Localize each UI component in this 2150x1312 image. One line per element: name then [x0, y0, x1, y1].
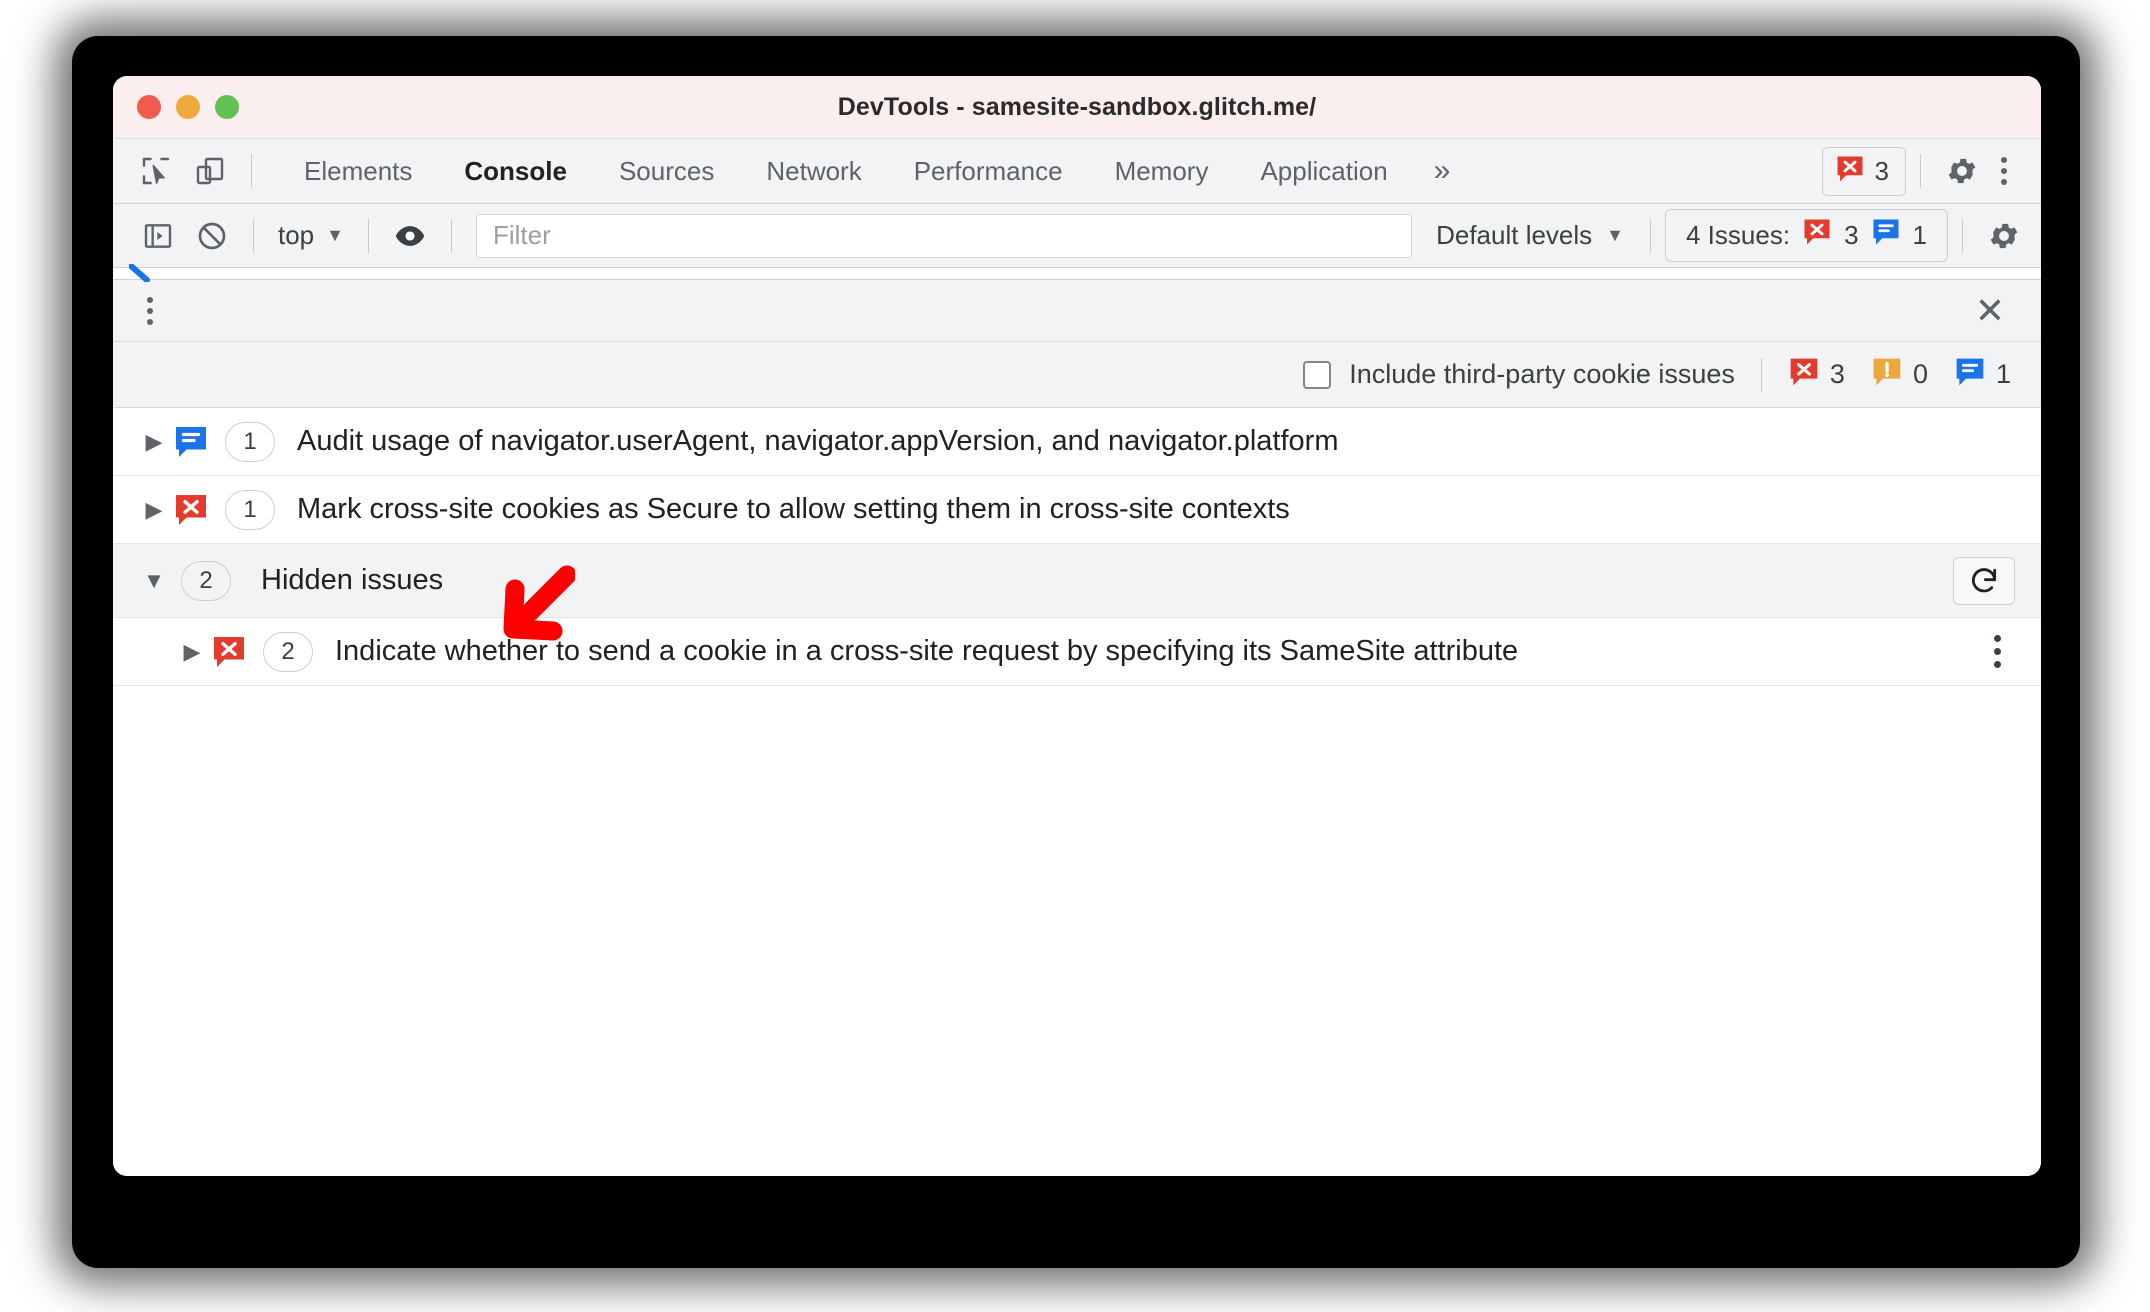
chevron-down-icon: ▼	[326, 225, 344, 245]
execution-context-value: top	[278, 220, 315, 250]
hidden-issues-count-badge: 2	[181, 560, 231, 601]
issue-title[interactable]: Audit usage of navigator.userAgent, navi…	[297, 425, 1338, 458]
tab-memory[interactable]: Memory	[1089, 146, 1235, 197]
issue-count-badge: 1	[225, 489, 275, 530]
window-title: DevTools - samesite-sandbox.glitch.me/	[837, 92, 1317, 121]
toolbar-divider	[251, 154, 252, 188]
filter-input[interactable]: Filter	[475, 213, 1413, 258]
error-icon	[1788, 356, 1820, 393]
third-party-cookie-checkbox[interactable]: Include third-party cookie issues	[1303, 359, 1735, 390]
checkbox-label: Include third-party cookie issues	[1349, 359, 1735, 389]
tab-sources[interactable]: Sources	[593, 146, 740, 197]
error-count-chip[interactable]: 3	[1821, 146, 1906, 196]
issue-title[interactable]: Indicate whether to send a cookie in a c…	[335, 635, 1518, 668]
info-icon	[1954, 356, 1986, 393]
checkbox-box[interactable]	[1303, 360, 1332, 389]
drawer-tab-strip	[113, 264, 2041, 282]
device-toolbar-icon[interactable]	[183, 147, 237, 195]
issue-row[interactable]: ▶ 1 Audit usage of navigator.userAgent, …	[113, 408, 2041, 476]
info-icon	[1871, 217, 1901, 254]
log-levels-value: Default levels	[1436, 220, 1593, 250]
more-tabs-icon[interactable]: »	[1414, 148, 1471, 194]
tab-console[interactable]: Console	[438, 146, 593, 197]
error-count-value: 3	[1874, 155, 1889, 186]
error-icon	[171, 492, 211, 528]
issue-row-actions	[1980, 629, 2041, 674]
screenshot-root: DevTools - samesite-sandbox.glitch.me/ E…	[0, 0, 2150, 1312]
issues-error-count: 3	[1844, 220, 1859, 250]
clear-console-icon[interactable]	[185, 212, 239, 260]
collapse-triangle-icon[interactable]: ▼	[137, 568, 171, 594]
devtools-window: DevTools - samesite-sandbox.glitch.me/ E…	[113, 76, 2041, 1176]
tab-bar-actions: 3	[1821, 146, 2041, 196]
issues-info-count: 1	[1912, 220, 1927, 250]
tab-application[interactable]: Application	[1234, 146, 1413, 197]
tab-performance[interactable]: Performance	[888, 146, 1089, 197]
devtools-tab-bar: Elements Console Sources Network Perform…	[113, 139, 2041, 204]
console-divider-2	[367, 218, 369, 253]
warning-count-value: 0	[1912, 359, 1928, 389]
actions-divider	[1920, 154, 1921, 188]
expand-triangle-icon[interactable]: ▶	[137, 497, 171, 523]
close-window-button[interactable]	[137, 95, 161, 119]
error-icon	[209, 634, 249, 670]
kebab-menu-icon[interactable]	[1980, 629, 2015, 674]
issue-severity-counts: 3 0 1	[1788, 356, 2011, 393]
tab-network[interactable]: Network	[740, 146, 887, 197]
kebab-menu-icon[interactable]	[1989, 151, 2019, 191]
gear-icon[interactable]	[1977, 212, 2031, 260]
panel-tabs: Elements Console Sources Network Perform…	[278, 146, 1470, 197]
title-bar: DevTools - samesite-sandbox.glitch.me/	[113, 76, 2041, 139]
expand-triangle-icon[interactable]: ▶	[137, 429, 171, 455]
tab-elements[interactable]: Elements	[278, 146, 438, 197]
hidden-issues-actions	[1953, 556, 2041, 605]
close-icon[interactable]: ✕	[1965, 289, 2015, 333]
warning-icon	[1871, 356, 1903, 393]
error-icon	[1835, 154, 1865, 189]
issues-toolbar: Include third-party cookie issues 3 0 1	[113, 342, 2041, 408]
hidden-issues-label: Hidden issues	[261, 564, 444, 596]
maximize-window-button[interactable]	[215, 95, 239, 119]
refresh-icon[interactable]	[1953, 556, 2015, 605]
execution-context-selector[interactable]: top ▼	[268, 216, 354, 255]
issue-count-badge: 1	[225, 421, 275, 462]
console-divider-4	[1650, 218, 1651, 253]
issue-count-badge: 2	[263, 631, 313, 672]
info-icon	[171, 424, 211, 460]
issues-list: ▶ 1 Audit usage of navigator.userAgent, …	[113, 408, 2041, 1176]
drawer-header: ✕	[113, 280, 2041, 342]
issues-toolbar-divider	[1760, 357, 1762, 392]
expand-triangle-icon[interactable]: ▶	[175, 639, 209, 665]
gear-icon[interactable]	[1935, 147, 1989, 195]
issue-row[interactable]: ▶ 2 Indicate whether to send a cookie in…	[113, 618, 2041, 686]
drawer-active-tab-indicator	[129, 264, 150, 282]
console-divider-1	[253, 218, 254, 253]
info-count-value: 1	[1995, 359, 2011, 389]
chevron-down-icon: ▼	[1606, 225, 1624, 245]
minimize-window-button[interactable]	[176, 95, 200, 119]
live-expression-eye-icon[interactable]	[383, 212, 437, 260]
log-levels-selector[interactable]: Default levels ▼	[1424, 216, 1636, 255]
error-icon	[1802, 217, 1832, 254]
issues-chip-label: 4 Issues:	[1686, 220, 1791, 250]
window-controls[interactable]	[137, 95, 239, 119]
error-count-value: 3	[1829, 359, 1845, 389]
console-sidebar-icon[interactable]	[131, 212, 185, 260]
console-toolbar: top ▼ Filter Default levels ▼ 4 Issues:	[113, 204, 2041, 268]
issues-count-chip[interactable]: 4 Issues: 3 1	[1665, 209, 1948, 262]
issue-title[interactable]: Mark cross-site cookies as Secure to all…	[297, 493, 1290, 526]
console-divider-5	[1962, 218, 1963, 253]
issue-row[interactable]: ▶ 1 Mark cross-site cookies as Secure to…	[113, 476, 2041, 544]
kebab-menu-icon[interactable]	[135, 291, 165, 331]
console-divider-3	[450, 218, 452, 253]
hidden-issues-group-row[interactable]: ▼ 2 Hidden issues	[113, 544, 2041, 618]
inspect-cursor-icon[interactable]	[129, 147, 183, 195]
